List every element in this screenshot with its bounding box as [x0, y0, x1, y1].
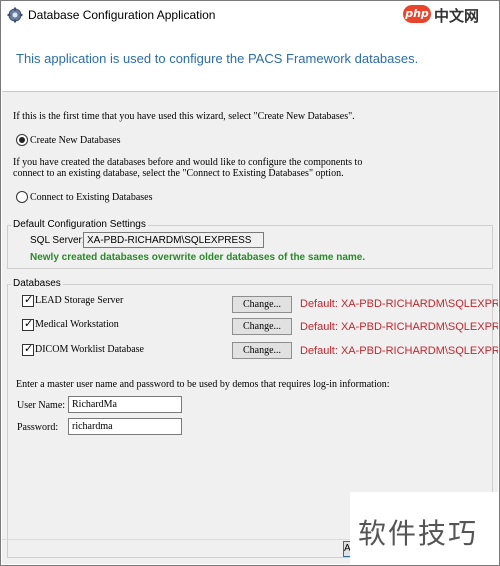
app-gear-icon [7, 7, 23, 23]
footer-divider [2, 539, 350, 540]
default-settings-label: Default Configuration Settings [11, 219, 148, 230]
check-icon: ✓ [24, 293, 34, 306]
databases-group-label: Databases [11, 278, 63, 289]
dicom-worklist-default: Default: XA-PBD-RICHARDM\SQLEXPRESS [300, 345, 498, 357]
check-icon: ✓ [24, 342, 34, 355]
overwrite-warning: Newly created databases overwrite older … [30, 252, 366, 263]
medical-workstation-label: Medical Workstation [35, 319, 119, 330]
watermark-text: 中文网 [434, 7, 480, 25]
existing-instructions-line2: connect to an existing database, select … [13, 168, 344, 179]
medical-workstation-default: Default: XA-PBD-RICHARDM\SQLEXPRESS [300, 321, 498, 333]
create-new-databases-radio[interactable] [16, 134, 28, 146]
lead-storage-label: LEAD Storage Server [35, 295, 124, 306]
credentials-prompt: Enter a master user name and password to… [16, 379, 390, 390]
username-label: User Name: [17, 400, 66, 411]
dicom-worklist-checkbox[interactable]: ✓ [22, 342, 34, 356]
create-new-databases-label[interactable]: Create New Databases [30, 136, 121, 146]
watermark-badge: php [403, 5, 431, 23]
first-time-instructions: If this is the first time that you have … [13, 111, 355, 122]
lead-storage-default: Default: XA-PBD-RICHARDM\SQLEXPRESS [300, 298, 498, 310]
dicom-worklist-label: DICOM Worklist Database [35, 344, 144, 355]
sql-server-label: SQL Server: [30, 235, 85, 246]
connect-existing-databases-label[interactable]: Connect to Existing Databases [30, 193, 152, 203]
existing-instructions-line1: If you have created the databases before… [13, 157, 363, 168]
lead-storage-checkbox[interactable]: ✓ [22, 293, 34, 307]
medical-workstation-change-button[interactable]: Change... [232, 318, 292, 335]
username-input[interactable]: RichardMa [68, 396, 182, 413]
password-input[interactable]: richardma [68, 418, 182, 435]
header-description: This application is used to configure th… [16, 51, 419, 66]
watermark-overlay: 软件技巧 [350, 492, 499, 564]
dicom-worklist-change-button[interactable]: Change... [232, 342, 292, 359]
window-title: Database Configuration Application [28, 8, 216, 22]
sql-server-field[interactable]: XA-PBD-RICHARDM\SQLEXPRESS [83, 232, 264, 248]
app-window: Database Configuration Application php 中… [0, 0, 500, 566]
medical-workstation-checkbox[interactable]: ✓ [22, 317, 34, 331]
watermark-logo: php 中文网 [403, 3, 499, 27]
watermark-bottom-text: 软件技巧 [358, 517, 479, 550]
check-icon: ✓ [24, 317, 34, 330]
connect-existing-databases-radio[interactable] [16, 191, 28, 203]
password-label: Password: [17, 422, 59, 433]
lead-storage-change-button[interactable]: Change... [232, 296, 292, 313]
header-band: This application is used to configure th… [2, 29, 498, 92]
